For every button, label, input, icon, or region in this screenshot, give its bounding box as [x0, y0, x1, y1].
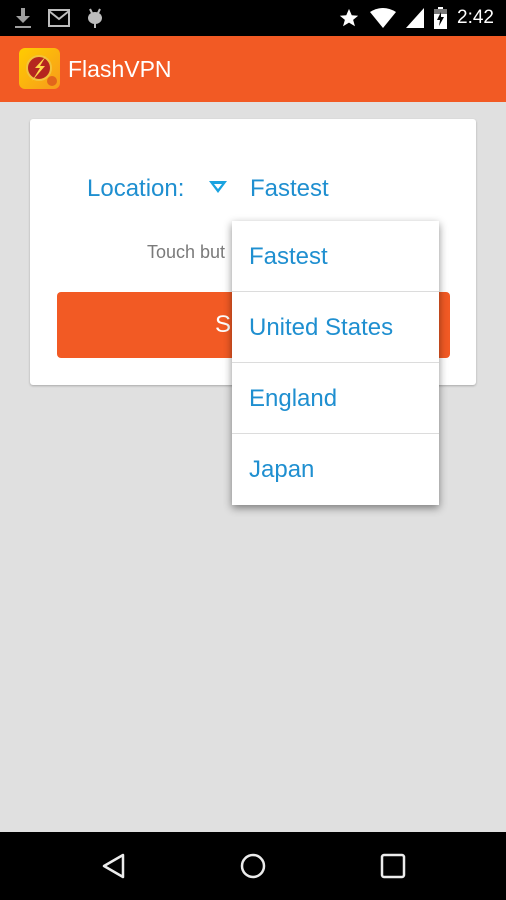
battery-charging-icon: [434, 7, 448, 29]
wifi-icon: [370, 8, 397, 28]
app-title: FlashVPN: [68, 56, 172, 82]
navigation-bar: [0, 832, 506, 900]
dropdown-option-japan[interactable]: Japan: [232, 434, 439, 505]
status-bar: 2:42: [0, 0, 506, 36]
flash-logo-icon: [19, 48, 60, 89]
recents-icon[interactable]: [379, 852, 407, 880]
dropdown-option-england[interactable]: England: [232, 363, 439, 434]
gmail-icon: [48, 9, 70, 27]
clock: 2:42: [457, 7, 494, 28]
signal-icon: [406, 8, 425, 28]
home-icon[interactable]: [239, 852, 267, 880]
star-icon: [339, 8, 359, 27]
android-icon: [88, 8, 102, 28]
location-dropdown: Fastest United States England Japan: [232, 221, 439, 505]
download-icon: [15, 8, 31, 28]
location-label: Location:: [87, 175, 185, 202]
dropdown-arrow-icon[interactable]: [209, 181, 227, 193]
back-icon[interactable]: [100, 852, 128, 880]
hint-text: Touch but: [147, 242, 226, 262]
dropdown-option-united-states[interactable]: United States: [232, 292, 439, 363]
app-bar: FlashVPN: [0, 36, 506, 102]
location-spinner[interactable]: Fastest: [250, 175, 329, 203]
dropdown-option-fastest[interactable]: Fastest: [232, 221, 439, 292]
